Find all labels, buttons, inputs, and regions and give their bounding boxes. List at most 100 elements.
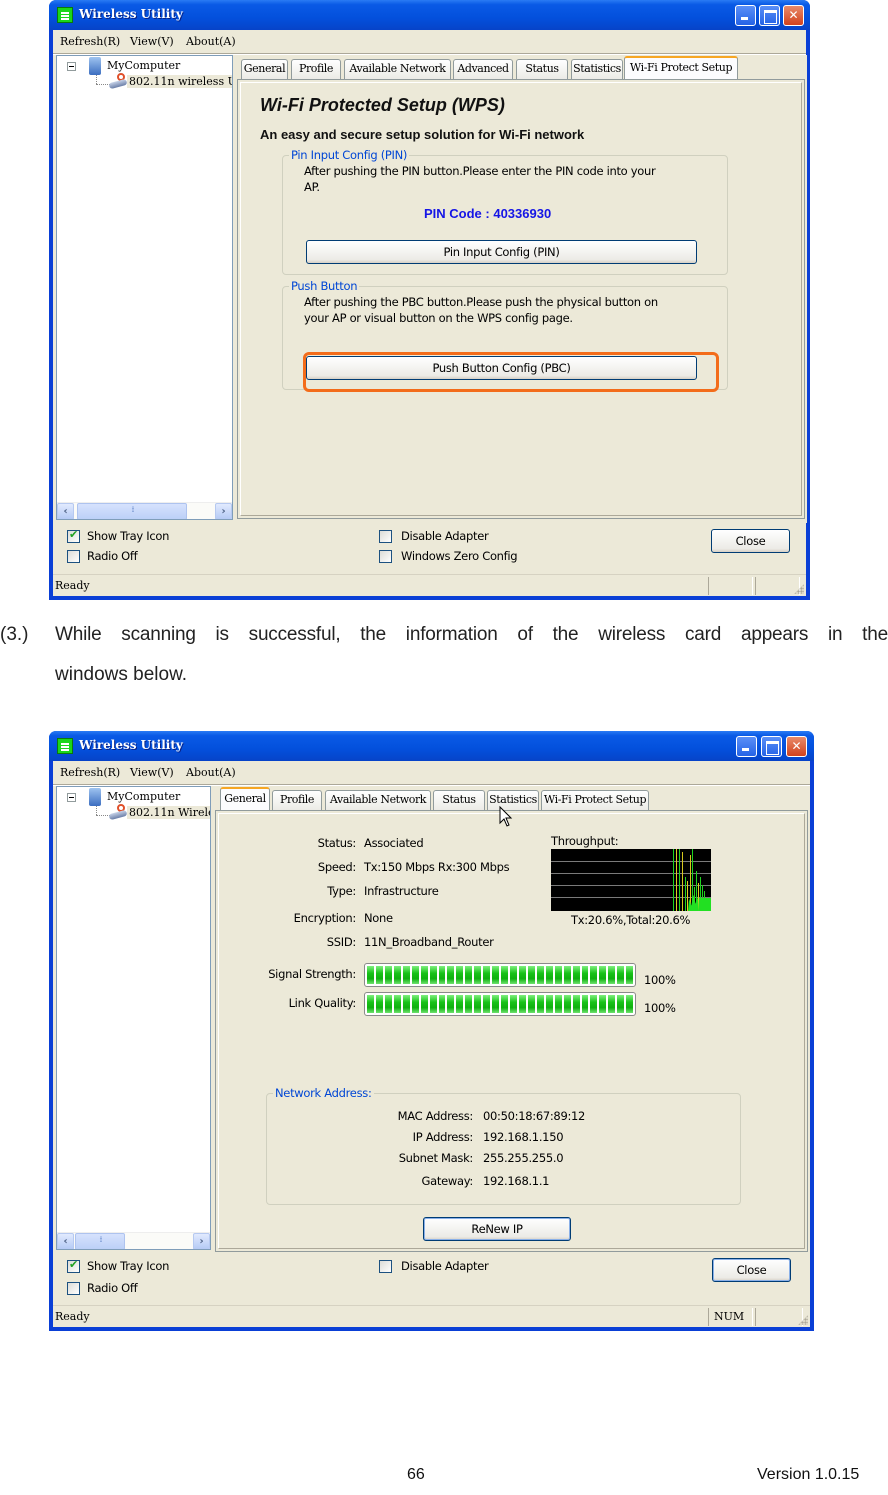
tree-item-adapter[interactable]: 802.11n wireless USB <box>127 75 232 88</box>
scroll-left-button[interactable]: ‹ <box>57 503 74 519</box>
status-pane-2 <box>755 577 800 595</box>
wps-tab-page: Wi-Fi Protected Setup (WPS) An easy and … <box>237 79 805 519</box>
tab-general[interactable]: General <box>241 59 288 79</box>
disable-adapter-label: Disable Adapter <box>401 1259 489 1273</box>
meter-segment <box>492 966 500 984</box>
tab-statistics[interactable]: Statistics <box>571 59 623 79</box>
menu-about[interactable]: About(A) <box>186 766 236 779</box>
computer-icon <box>89 57 101 75</box>
meter-segment <box>375 966 383 984</box>
status-text: Ready <box>55 1310 90 1323</box>
wps-subtitle: An easy and secure setup solution for Wi… <box>260 127 585 142</box>
tree-item-adapter[interactable]: 802.11n Wireles <box>127 806 210 819</box>
meter-segment <box>545 995 553 1013</box>
throughput-trace <box>687 881 688 911</box>
window-title: Wireless Utility <box>79 738 183 752</box>
collapse-icon[interactable] <box>67 62 76 71</box>
scroll-right-button[interactable]: › <box>215 503 232 519</box>
tab-advanced[interactable]: Advanced <box>453 59 513 79</box>
menu-about[interactable]: About(A) <box>186 35 236 48</box>
meter-segment <box>367 966 374 984</box>
throughput-trace <box>676 849 677 911</box>
throughput-trace <box>679 849 680 911</box>
tab-status[interactable]: Status <box>433 790 485 810</box>
push-button-group-label: Push Button <box>289 279 360 293</box>
scroll-thumb[interactable] <box>77 503 187 519</box>
computer-icon <box>89 788 101 806</box>
title-bar[interactable]: Wireless Utility ✕ <box>49 0 810 30</box>
pin-instructions: After pushing the PIN button.Please ente… <box>304 163 656 195</box>
meter-segment <box>590 995 598 1013</box>
meter-segment <box>563 966 571 984</box>
close-button[interactable]: Close <box>712 1258 791 1282</box>
disable-adapter-checkbox[interactable] <box>379 1260 392 1273</box>
pin-input-config-button[interactable]: Pin Input Config (PIN) <box>306 240 697 264</box>
meter-segment <box>456 966 464 984</box>
status-text: Ready <box>55 579 90 592</box>
meter-segment <box>617 966 625 984</box>
ip-address-label: IP Address: <box>412 1130 474 1144</box>
maximize-button[interactable] <box>759 5 780 26</box>
meter-segment <box>420 995 428 1013</box>
tree-item-mycomputer[interactable]: MyComputer <box>107 59 180 72</box>
meter-segment <box>572 995 580 1013</box>
tab-available-network[interactable]: Available Network <box>325 790 431 810</box>
tab-available-network[interactable]: Available Network <box>344 59 451 79</box>
usb-adapter-icon <box>108 804 128 821</box>
tree-line <box>96 806 97 815</box>
minimize-button[interactable] <box>735 5 756 26</box>
tab-profile[interactable]: Profile <box>272 790 322 810</box>
meter-segment <box>384 995 392 1013</box>
tree-item-mycomputer[interactable]: MyComputer <box>107 790 180 803</box>
meter-segment <box>510 995 517 1013</box>
speed-value: Tx:150 Mbps Rx:300 Mbps <box>364 860 510 874</box>
close-window-button[interactable]: ✕ <box>786 736 807 757</box>
scroll-right-button[interactable]: › <box>193 1233 210 1249</box>
renew-ip-button[interactable]: ReNew IP <box>423 1217 571 1241</box>
radio-off-label: Radio Off <box>87 1281 138 1295</box>
meter-segment <box>510 966 517 984</box>
tab-profile[interactable]: Profile <box>291 59 341 79</box>
meter-segment <box>608 966 616 984</box>
pin-instructions-line2: AP. <box>304 180 320 194</box>
meter-segment <box>367 995 374 1013</box>
meter-segment <box>545 966 553 984</box>
close-button[interactable]: Close <box>711 529 790 553</box>
meter-segment <box>518 995 526 1013</box>
menu-refresh[interactable]: Refresh(R) <box>60 766 120 779</box>
show-tray-icon-checkbox[interactable] <box>67 1258 80 1273</box>
meter-segment <box>456 995 464 1013</box>
status-pane-2 <box>755 1308 803 1326</box>
throughput-readout: Tx:20.6%,Total:20.6% <box>571 913 691 927</box>
radio-off-checkbox[interactable] <box>67 550 80 563</box>
mac-address-label: MAC Address: <box>397 1109 474 1123</box>
meter-segment <box>375 995 383 1013</box>
meter-segment <box>492 995 500 1013</box>
close-window-button[interactable]: ✕ <box>783 5 804 26</box>
menu-view[interactable]: View(V) <box>130 35 174 48</box>
tab-status[interactable]: Status <box>516 59 568 79</box>
meter-segment <box>438 966 446 984</box>
minimize-button[interactable] <box>736 736 757 757</box>
tree-horizontal-scrollbar[interactable]: ‹ › <box>57 1232 210 1249</box>
disable-adapter-checkbox[interactable] <box>379 530 392 543</box>
type-label: Type: <box>327 884 356 898</box>
meter-segment <box>474 995 482 1013</box>
collapse-icon[interactable] <box>67 793 76 802</box>
menu-view[interactable]: View(V) <box>130 766 174 779</box>
tab-wifi-protect-setup[interactable]: Wi-Fi Protect Setup <box>624 56 738 79</box>
windows-zero-config-checkbox[interactable] <box>379 550 392 563</box>
radio-off-checkbox[interactable] <box>67 1282 80 1295</box>
tab-wifi-protect-setup[interactable]: Wi-Fi Protect Setup <box>541 790 649 810</box>
menu-refresh[interactable]: Refresh(R) <box>60 35 120 48</box>
show-tray-icon-checkbox[interactable] <box>67 528 80 543</box>
tree-horizontal-scrollbar[interactable]: ‹ › <box>57 502 232 519</box>
scroll-thumb[interactable] <box>75 1233 125 1249</box>
status-value: Associated <box>364 836 424 850</box>
wireless-utility-window-general: Wireless Utility ✕ Refresh(R) View(V) Ab… <box>49 731 814 1331</box>
meter-segment <box>411 966 419 984</box>
title-bar[interactable]: Wireless Utility ✕ <box>49 731 814 761</box>
maximize-button[interactable] <box>761 736 782 757</box>
tab-general[interactable]: General <box>220 787 270 810</box>
scroll-left-button[interactable]: ‹ <box>57 1233 74 1249</box>
